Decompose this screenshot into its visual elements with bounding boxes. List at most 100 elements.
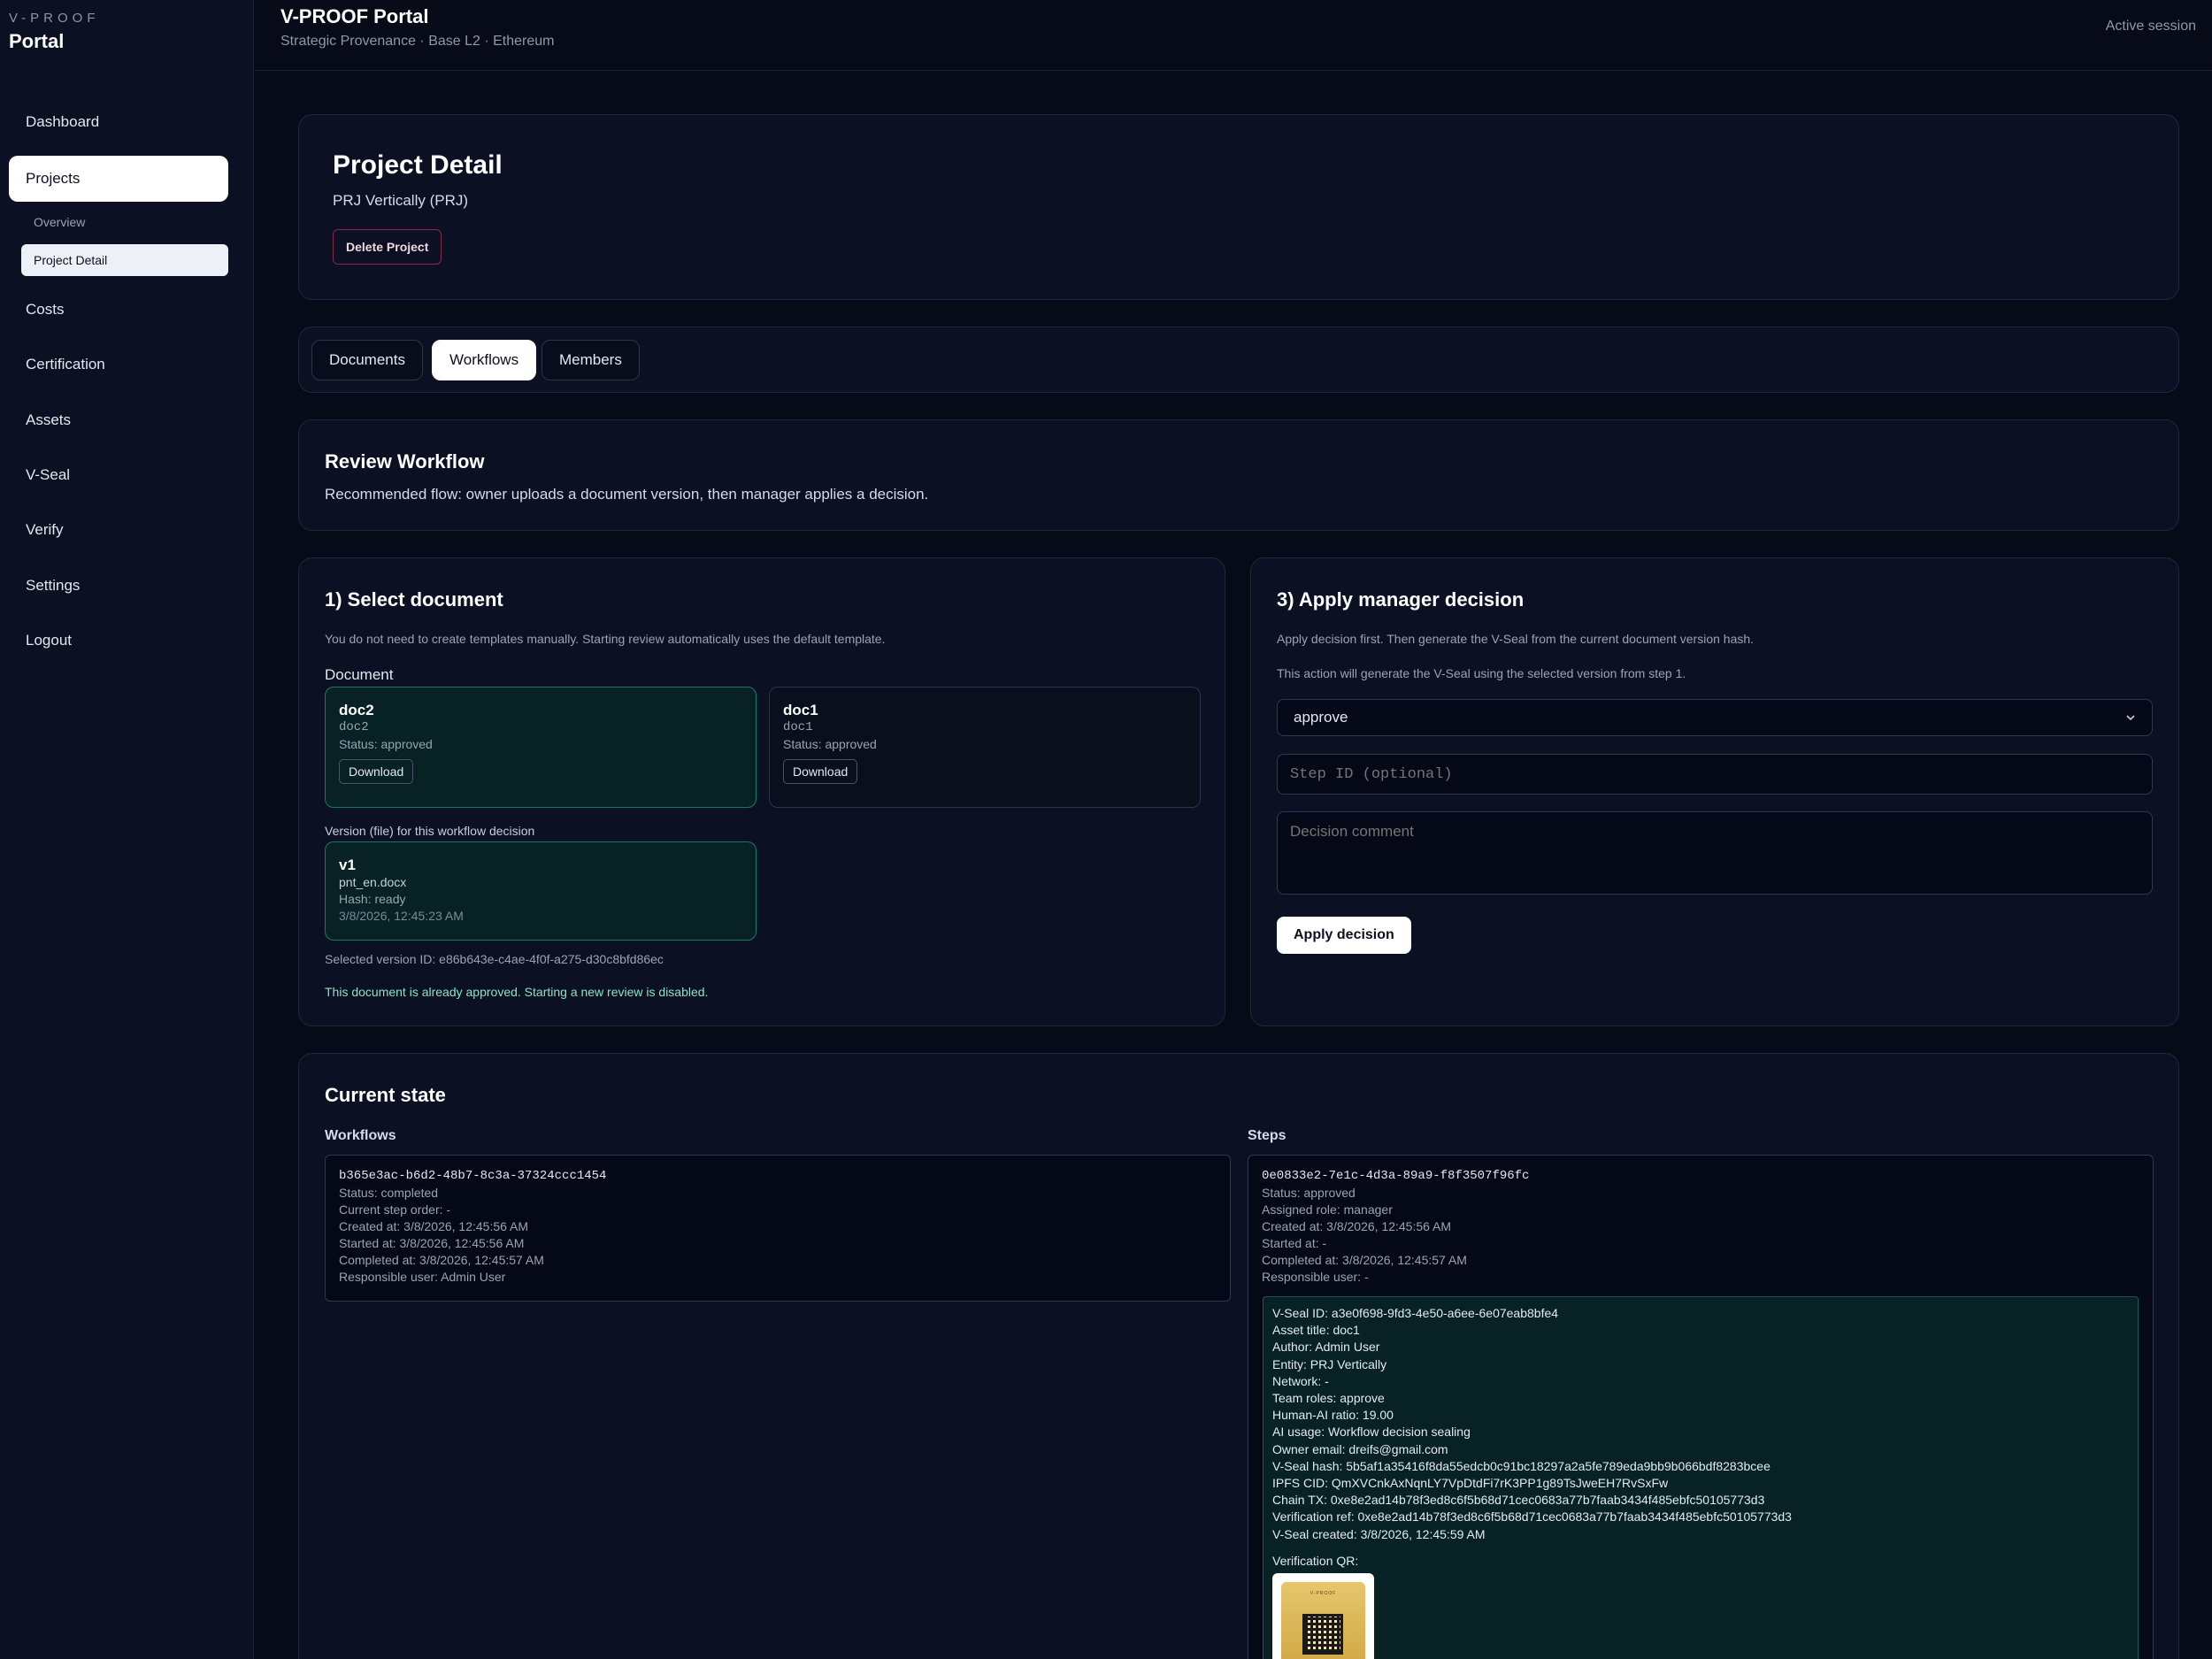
verification-qr-label: Verification QR: bbox=[1272, 1553, 1359, 1568]
version-name: v1 bbox=[339, 856, 356, 873]
select-document-note: You do not need to create templates manu… bbox=[325, 632, 886, 646]
version-file: pnt_en.docx bbox=[339, 875, 407, 889]
sidebar-subitem-project-detail[interactable]: Project Detail bbox=[21, 244, 228, 276]
sidebar-item-logout[interactable]: Logout bbox=[9, 618, 228, 663]
v-seal-hash: V-Seal hash: 5b5af1a35416f8da55edcb0c91b… bbox=[1272, 1458, 1770, 1473]
select-document-title: 1) Select document bbox=[325, 588, 503, 611]
review-workflow-description: Recommended flow: owner uploads a docume… bbox=[325, 486, 929, 503]
workflow-started-at: Started at: 3/8/2026, 12:45:56 AM bbox=[339, 1236, 525, 1250]
verification-qr[interactable]: V-PROOF bbox=[1272, 1573, 1374, 1659]
selected-version-id: Selected version ID: e86b643e-c4ae-4f0f-… bbox=[325, 952, 664, 966]
apply-decision-title: 3) Apply manager decision bbox=[1277, 588, 1525, 611]
step-completed-at: Completed at: 3/8/2026, 12:45:57 AM bbox=[1262, 1253, 1467, 1267]
v-seal-author: Author: Admin User bbox=[1272, 1340, 1380, 1355]
step-started-at: Started at: - bbox=[1262, 1236, 1327, 1250]
decision-select[interactable]: approve bbox=[1277, 699, 2153, 736]
document-status: Status: approved bbox=[783, 737, 877, 751]
apply-decision-button[interactable]: Apply decision bbox=[1277, 917, 1411, 954]
v-seal-chain-tx: Chain TX: 0xe8e2ad14b78f3ed8c6f5b68d71ce… bbox=[1272, 1493, 1765, 1508]
document-slug: doc2 bbox=[339, 720, 369, 734]
decision-select-value: approve bbox=[1294, 709, 1348, 726]
page-subtitle: Strategic Provenance · Base L2 · Ethereu… bbox=[280, 34, 555, 49]
qr-brand: V-PROOF bbox=[1310, 1591, 1337, 1596]
workflow-responsible-user: Responsible user: Admin User bbox=[339, 1270, 506, 1284]
apply-decision-note: Apply decision first. Then generate the … bbox=[1277, 632, 1755, 646]
document-card-doc1[interactable]: doc1 doc1 Status: approved Download bbox=[769, 687, 1201, 808]
v-seal-id: V-Seal ID: a3e0f698-9fd3-4e50-a6ee-6e07e… bbox=[1272, 1306, 1559, 1320]
brand-title: Portal bbox=[9, 30, 65, 52]
sidebar-item-dashboard[interactable]: Dashboard bbox=[9, 100, 228, 144]
v-seal-human-ai-ratio: Human-AI ratio: 19.00 bbox=[1272, 1408, 1394, 1423]
document-slug: doc1 bbox=[783, 720, 813, 734]
version-card-v1[interactable]: v1 pnt_en.docx Hash: ready 3/8/2026, 12:… bbox=[325, 841, 757, 941]
page-title: V-PROOF Portal bbox=[280, 5, 429, 27]
sidebar: V-PROOF Portal Dashboard Projects Overvi… bbox=[0, 0, 254, 1659]
sidebar-subitem-overview[interactable]: Overview bbox=[21, 206, 228, 238]
sidebar-item-v-seal[interactable]: V-Seal bbox=[9, 453, 228, 497]
step-responsible-user: Responsible user: - bbox=[1262, 1270, 1369, 1284]
step-created-at: Created at: 3/8/2026, 12:45:56 AM bbox=[1262, 1219, 1452, 1233]
download-button[interactable]: Download bbox=[339, 759, 414, 784]
workflow-completed-at: Completed at: 3/8/2026, 12:45:57 AM bbox=[339, 1253, 544, 1267]
workflows-label: Workflows bbox=[325, 1128, 396, 1143]
tab-workflows[interactable]: Workflows bbox=[432, 340, 537, 380]
v-seal-verification-ref: Verification ref: 0xe8e2ad14b78f3ed8c6f5… bbox=[1272, 1509, 1792, 1525]
v-seal-owner-email: Owner email: dreifs@gmail.com bbox=[1272, 1441, 1448, 1456]
workflow-current-step: Current step order: - bbox=[339, 1202, 451, 1217]
v-seal-team-roles: Team roles: approve bbox=[1272, 1391, 1385, 1406]
qr-code-icon: V-PROOF bbox=[1281, 1582, 1365, 1659]
apply-decision-card: 3) Apply manager decision Apply decision… bbox=[1250, 557, 2179, 1026]
step-id: 0e0833e2-7e1c-4d3a-89a9-f8f3507f96fc bbox=[1262, 1169, 1530, 1183]
document-label: Document bbox=[325, 666, 394, 683]
approved-notice: This document is already approved. Start… bbox=[325, 985, 709, 999]
v-seal-asset-title: Asset title: doc1 bbox=[1272, 1323, 1360, 1338]
chevron-down-icon bbox=[2126, 715, 2135, 721]
v-seal-entity: Entity: PRJ Vertically bbox=[1272, 1356, 1387, 1371]
workflow-id: b365e3ac-b6d2-48b7-8c3a-37324ccc1454 bbox=[339, 1169, 607, 1183]
version-label: Version (file) for this workflow decisio… bbox=[325, 824, 535, 838]
v-seal-created: V-Seal created: 3/8/2026, 12:45:59 AM bbox=[1272, 1526, 1486, 1541]
version-date: 3/8/2026, 12:45:23 AM bbox=[339, 909, 464, 923]
session-status: Active session bbox=[2105, 19, 2196, 34]
sidebar-item-assets[interactable]: Assets bbox=[9, 398, 228, 442]
current-state-title: Current state bbox=[325, 1084, 446, 1106]
step-assigned-role: Assigned role: manager bbox=[1262, 1202, 1393, 1217]
sidebar-item-settings[interactable]: Settings bbox=[9, 564, 228, 608]
step-id-input[interactable] bbox=[1277, 754, 2153, 795]
document-status: Status: approved bbox=[339, 737, 433, 751]
qr-code-pattern bbox=[1302, 1614, 1343, 1655]
tab-bar: Documents Workflows Members bbox=[298, 326, 2179, 393]
top-bar: V-PROOF Portal Strategic Provenance · Ba… bbox=[255, 0, 2212, 71]
delete-project-button[interactable]: Delete Project bbox=[333, 229, 442, 265]
tab-documents[interactable]: Documents bbox=[311, 340, 423, 380]
v-seal-ai-usage: AI usage: Workflow decision sealing bbox=[1272, 1425, 1471, 1440]
brand-kicker: V-PROOF bbox=[9, 11, 100, 26]
version-hash: Hash: ready bbox=[339, 892, 406, 906]
decision-comment-field[interactable] bbox=[1277, 811, 2153, 895]
sidebar-item-costs[interactable]: Costs bbox=[9, 288, 228, 332]
project-name: PRJ Vertically (PRJ) bbox=[333, 192, 469, 209]
step-status: Status: approved bbox=[1262, 1186, 1356, 1200]
sidebar-item-verify[interactable]: Verify bbox=[9, 508, 228, 552]
document-name: doc1 bbox=[783, 702, 818, 718]
project-detail-heading: Project Detail bbox=[333, 150, 503, 180]
sidebar-item-projects[interactable]: Projects bbox=[9, 156, 228, 202]
tab-members[interactable]: Members bbox=[541, 340, 640, 380]
apply-decision-note-2: This action will generate the V-Seal usi… bbox=[1277, 666, 1686, 680]
select-document-card: 1) Select document You do not need to cr… bbox=[298, 557, 1225, 1026]
v-seal-ipfs-cid: IPFS CID: QmXVCnkAxNqnLY7VpDtdFi7rK3PP1g… bbox=[1272, 1476, 1669, 1491]
v-seal-network: Network: - bbox=[1272, 1373, 1329, 1388]
review-workflow-title: Review Workflow bbox=[325, 450, 485, 472]
v-seal-details: V-Seal ID: a3e0f698-9fd3-4e50-a6ee-6e07e… bbox=[1263, 1296, 2139, 1659]
project-detail-card: Project Detail PRJ Vertically (PRJ) Dele… bbox=[298, 114, 2179, 300]
workflow-created-at: Created at: 3/8/2026, 12:45:56 AM bbox=[339, 1219, 529, 1233]
step-item[interactable]: 0e0833e2-7e1c-4d3a-89a9-f8f3507f96fc Sta… bbox=[1248, 1155, 2154, 1659]
sidebar-item-certification[interactable]: Certification bbox=[9, 342, 228, 387]
current-state-card: Current state Workflows Steps b365e3ac-b… bbox=[298, 1053, 2179, 1659]
review-workflow-card: Review Workflow Recommended flow: owner … bbox=[298, 419, 2179, 531]
workflow-item[interactable]: b365e3ac-b6d2-48b7-8c3a-37324ccc1454 Sta… bbox=[325, 1155, 1231, 1302]
download-button[interactable]: Download bbox=[783, 759, 858, 784]
document-name: doc2 bbox=[339, 702, 374, 718]
document-card-doc2[interactable]: doc2 doc2 Status: approved Download bbox=[325, 687, 757, 808]
workflow-status: Status: completed bbox=[339, 1186, 439, 1200]
